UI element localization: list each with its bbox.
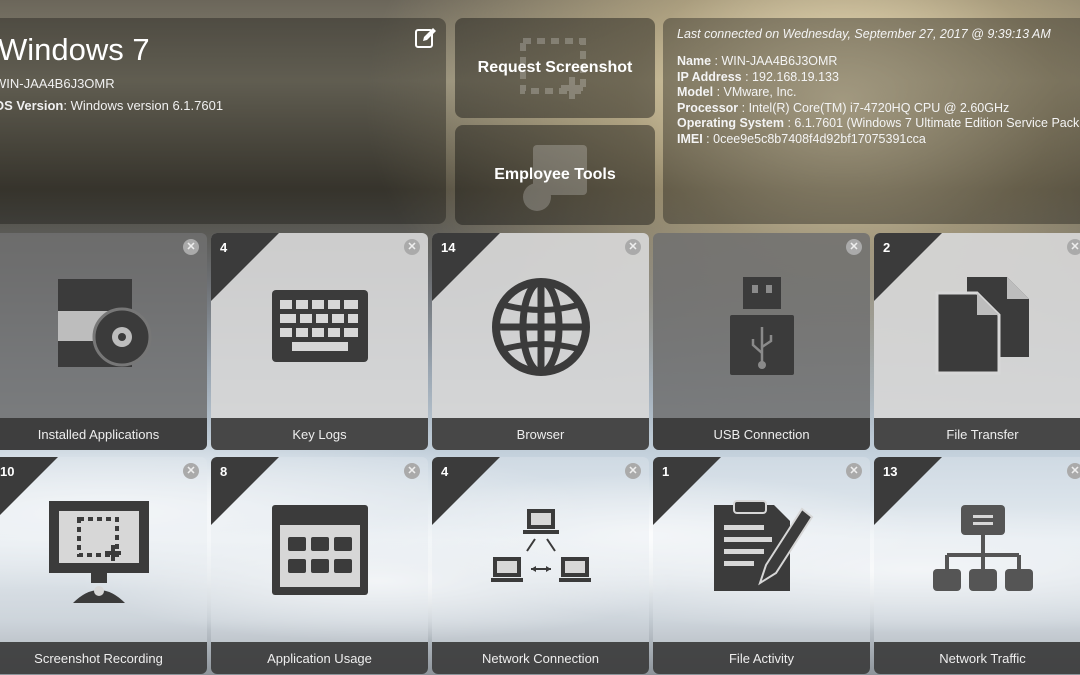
- tile-count: 13: [883, 464, 898, 479]
- info-row-name: Name : WIN-JAA4B6J3OMR: [677, 54, 1080, 70]
- usb-icon: [729, 277, 794, 375]
- globe-icon: [491, 278, 590, 376]
- close-icon[interactable]: ✕: [404, 239, 420, 255]
- file-edit-icon: [713, 500, 813, 591]
- request-screenshot-label: Request Screenshot: [477, 59, 633, 76]
- close-icon[interactable]: ✕: [1067, 463, 1080, 479]
- info-value: : VMware, Inc.: [713, 85, 797, 99]
- info-value: : 192.168.19.133: [741, 69, 839, 84]
- tile-label: File Activity: [653, 642, 870, 674]
- close-icon[interactable]: ✕: [183, 239, 199, 255]
- info-label: Name: [677, 54, 712, 68]
- tile-count: 8: [220, 464, 228, 479]
- tile-label: Browser: [432, 418, 649, 450]
- info-row-model: Model : VMware, Inc.: [677, 85, 1080, 101]
- info-row-processor: Processor : Intel(R) Core(TM) i7-4720HQ …: [677, 101, 1080, 117]
- installed-apps-icon: [57, 279, 151, 367]
- system-info-panel: Last connected on Wednesday, September 2…: [663, 18, 1080, 224]
- close-icon[interactable]: ✕: [846, 239, 862, 255]
- tile-label: Application Usage: [211, 642, 428, 674]
- tile-label: Network Connection: [432, 642, 649, 674]
- employee-tools-button[interactable]: Employee Tools: [455, 125, 655, 225]
- tile-label: Installed Applications: [0, 418, 207, 450]
- tile-count: 4: [220, 240, 228, 255]
- os-version-value: : Windows version 6.1.7601: [63, 98, 224, 113]
- employee-tools-label: Employee Tools: [494, 166, 616, 183]
- close-icon[interactable]: ✕: [1067, 239, 1080, 255]
- info-label: Operating System: [677, 116, 784, 130]
- device-panel: Windows 7 WIN-JAA4B6J3OMR OS Version: Wi…: [0, 18, 446, 224]
- hierarchy-icon: [932, 505, 1033, 591]
- request-screenshot-button[interactable]: Request Screenshot: [455, 18, 655, 118]
- info-row-ip: IP Address : 192.168.19.133: [677, 70, 1080, 86]
- device-hostname: WIN-JAA4B6J3OMR: [0, 76, 115, 91]
- tile-network-connection[interactable]: 4 ✕ Network Connection: [432, 457, 649, 674]
- info-label: Processor: [677, 100, 739, 115]
- tile-screenshot-recording[interactable]: 10 ✕ Screenshot Recording: [0, 457, 207, 674]
- info-label: Model: [677, 85, 714, 99]
- system-info-list: Name : WIN-JAA4B6J3OMR IP Address : 192.…: [677, 54, 1080, 147]
- tile-count: 4: [441, 464, 449, 479]
- files-icon: [935, 277, 1029, 375]
- device-title: Windows 7: [0, 32, 150, 67]
- tile-label: USB Connection: [653, 418, 870, 450]
- tile-browser[interactable]: 14 ✕ Browser: [432, 233, 649, 450]
- app-window-icon: [271, 505, 368, 595]
- tile-application-usage[interactable]: 8 ✕ Application Usage: [211, 457, 428, 674]
- tile-label: Key Logs: [211, 418, 428, 450]
- os-version-label: OS Version: [0, 98, 64, 113]
- close-icon[interactable]: ✕: [404, 463, 420, 479]
- tile-file-activity[interactable]: 1 ✕ File Activity: [653, 457, 870, 674]
- info-row-os: Operating System : 6.1.7601 (Windows 7 U…: [677, 116, 1080, 132]
- tile-count: 2: [883, 240, 891, 255]
- tile-installed-applications[interactable]: ✕ Installed Applications: [0, 233, 207, 450]
- tile-network-traffic[interactable]: 13 ✕ Network Traffic: [874, 457, 1080, 674]
- info-value: : 6.1.7601 (Windows 7 Ultimate Edition S…: [783, 116, 1080, 130]
- last-connected-text: Last connected on Wednesday, September 2…: [677, 27, 1051, 41]
- close-icon[interactable]: ✕: [846, 463, 862, 479]
- edit-icon[interactable]: [414, 26, 438, 50]
- close-icon[interactable]: ✕: [625, 239, 641, 255]
- tile-key-logs[interactable]: 4 ✕ Key Logs: [211, 233, 428, 450]
- device-os-version: OS Version: Windows version 6.1.7601: [0, 98, 223, 113]
- info-value: : Intel(R) Core(TM) i7-4720HQ CPU @ 2.60…: [738, 100, 1010, 115]
- tile-count: 14: [441, 240, 456, 255]
- tile-file-transfer[interactable]: 2 ✕ File Transfer: [874, 233, 1080, 450]
- tile-usb-connection[interactable]: ✕ USB Connection: [653, 233, 870, 450]
- info-label: IMEI: [677, 131, 703, 146]
- close-icon[interactable]: ✕: [625, 463, 641, 479]
- network-icon: [490, 509, 591, 582]
- keyboard-icon: [271, 290, 368, 362]
- tile-label: Network Traffic: [874, 642, 1080, 674]
- screenshot-monitor-icon: [48, 501, 149, 603]
- info-value: : 0cee9e5c8b7408f4d92bf17075391cca: [702, 131, 926, 146]
- tile-label: File Transfer: [874, 418, 1080, 450]
- tile-count: 1: [662, 464, 670, 479]
- info-value: : WIN-JAA4B6J3OMR: [711, 54, 838, 68]
- tile-count: 10: [0, 464, 15, 479]
- close-icon[interactable]: ✕: [183, 463, 199, 479]
- tile-label: Screenshot Recording: [0, 642, 207, 674]
- info-label: IP Address: [677, 69, 742, 84]
- info-row-imei: IMEI : 0cee9e5c8b7408f4d92bf17075391cca: [677, 132, 1080, 148]
